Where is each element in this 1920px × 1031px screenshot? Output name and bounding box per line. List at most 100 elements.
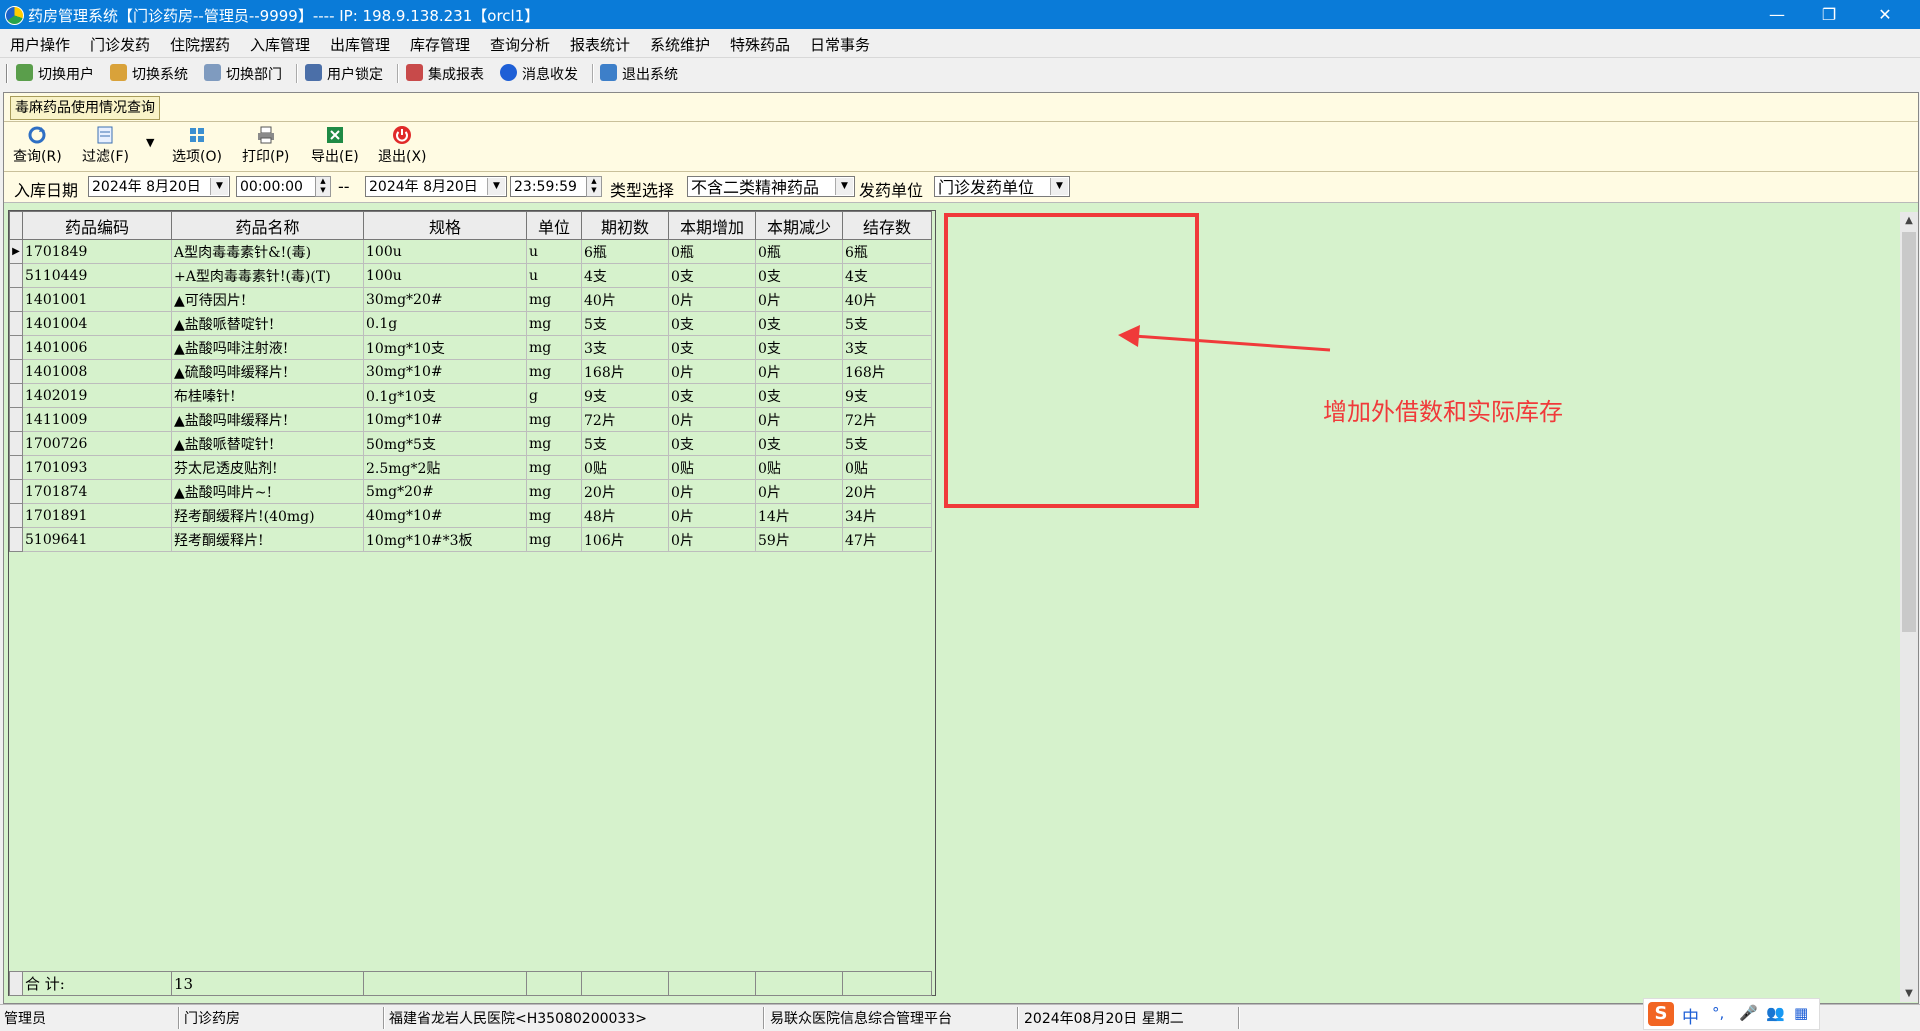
table-cell[interactable]: 0贴	[581, 455, 669, 480]
table-row[interactable]: 1411009 ▲盐酸吗啡缓释片! 10mg*10# mg 72片 0片 0片 72片	[9, 407, 932, 432]
column-header[interactable]: 期初数	[581, 211, 669, 240]
table-cell[interactable]: 0片	[668, 527, 756, 552]
table-cell[interactable]: 1701093	[22, 455, 172, 480]
skin-icon[interactable]: 👥	[1766, 1004, 1785, 1022]
microphone-icon[interactable]: 🎤	[1739, 1004, 1758, 1022]
table-cell[interactable]: 1401008	[22, 359, 172, 384]
filter-dropdown-icon[interactable]: ▼	[146, 136, 154, 149]
menu-stock-in[interactable]: 入库管理	[250, 34, 310, 55]
start-time-field[interactable]: 00:00:00	[236, 176, 320, 197]
table-cell[interactable]: 5支	[581, 431, 669, 456]
menu-outpatient-dispensing[interactable]: 门诊发药	[90, 34, 150, 55]
type-select[interactable]: 不含二类精神药品 ▼	[687, 176, 855, 197]
table-cell[interactable]: mg	[526, 503, 582, 528]
scrollbar-thumb[interactable]	[1902, 232, 1916, 632]
table-cell[interactable]: 14片	[755, 503, 843, 528]
row-indicator[interactable]	[9, 431, 23, 456]
table-cell[interactable]: 9支	[842, 383, 932, 408]
table-row[interactable]: 1401004 ▲盐酸哌替啶针! 0.1g mg 5支 0支 0支 5支	[9, 311, 932, 336]
table-cell[interactable]: 0贴	[755, 455, 843, 480]
table-cell[interactable]: 3支	[581, 335, 669, 360]
table-row[interactable]: 1701874 ▲盐酸吗啡片~! 5mg*20# mg 20片 0片 0片 20片	[9, 479, 932, 504]
table-cell[interactable]: 40mg*10#	[363, 503, 527, 528]
table-cell[interactable]: mg	[526, 407, 582, 432]
table-cell[interactable]: mg	[526, 359, 582, 384]
table-row[interactable]: ▶ 1701849 A型肉毒毒素针&!(毒) 100u u 6瓶 0瓶 0瓶 6瓶	[9, 239, 932, 264]
filter-button[interactable]: 过滤(F)	[82, 125, 129, 166]
table-cell[interactable]: 1401006	[22, 335, 172, 360]
punctuation-icon[interactable]: °,	[1712, 1004, 1724, 1022]
table-row[interactable]: 1401001 ▲可待因片! 30mg*20# mg 40片 0片 0片 40片	[9, 287, 932, 312]
switch-system-button[interactable]: 切换系统	[132, 64, 188, 84]
table-cell[interactable]: 0片	[755, 479, 843, 504]
sogou-logo-icon[interactable]: S	[1648, 1002, 1674, 1026]
table-cell[interactable]: 0片	[755, 359, 843, 384]
table-cell[interactable]: 50mg*5支	[363, 431, 527, 456]
scroll-up-icon[interactable]: ▲	[1900, 212, 1918, 229]
table-cell[interactable]: 0支	[755, 335, 843, 360]
table-cell[interactable]: 4支	[842, 263, 932, 288]
row-indicator[interactable]	[9, 335, 23, 360]
table-cell[interactable]: +A型肉毒毒素针!(毒)(T)	[171, 263, 364, 288]
table-cell[interactable]: 4支	[581, 263, 669, 288]
dispensing-unit-select[interactable]: 门诊发药单位 ▼	[934, 176, 1070, 197]
column-header[interactable]: 规格	[363, 211, 527, 240]
column-header[interactable]: 药品名称	[171, 211, 364, 240]
row-indicator[interactable]	[9, 383, 23, 408]
table-cell[interactable]: ▲盐酸吗啡注射液!	[171, 335, 364, 360]
table-cell[interactable]: mg	[526, 311, 582, 336]
menu-reports[interactable]: 报表统计	[570, 34, 630, 55]
menu-user-operations[interactable]: 用户操作	[10, 34, 70, 55]
table-row[interactable]: 5109641 羟考酮缓释片! 10mg*10#*3板 mg 106片 0片 59片 47片	[9, 527, 932, 552]
column-header[interactable]: 本期减少	[755, 211, 843, 240]
table-cell[interactable]: 30mg*10#	[363, 359, 527, 384]
table-cell[interactable]: 1700726	[22, 431, 172, 456]
end-time-spinner[interactable]: ▲ ▼	[586, 176, 602, 197]
current-row-indicator-icon[interactable]: ▶	[9, 239, 23, 264]
table-cell[interactable]: 2.5mg*2贴	[363, 455, 527, 480]
table-cell[interactable]: u	[526, 263, 582, 288]
row-indicator[interactable]	[9, 479, 23, 504]
table-cell[interactable]: 布桂嗪针!	[171, 383, 364, 408]
row-indicator[interactable]	[9, 311, 23, 336]
menu-query-analysis[interactable]: 查询分析	[490, 34, 550, 55]
chevron-down-icon[interactable]: ▼	[210, 178, 228, 195]
table-cell[interactable]: 10mg*10#	[363, 407, 527, 432]
table-cell[interactable]: 0支	[755, 383, 843, 408]
table-cell[interactable]: ▲盐酸吗啡缓释片!	[171, 407, 364, 432]
chevron-down-icon[interactable]: ▼	[1050, 178, 1068, 195]
exit-system-button[interactable]: 退出系统	[622, 64, 678, 84]
table-cell[interactable]: 40片	[842, 287, 932, 312]
table-row[interactable]: 1701891 羟考酮缓释片!(40mg) 40mg*10# mg 48片 0片 14片 34…	[9, 503, 932, 528]
switch-department-button[interactable]: 切换部门	[226, 64, 282, 84]
table-cell[interactable]: 5支	[581, 311, 669, 336]
table-cell[interactable]: 34片	[842, 503, 932, 528]
query-button[interactable]: 查询(R)	[13, 125, 62, 166]
table-cell[interactable]: 0片	[668, 479, 756, 504]
table-cell[interactable]: 1701891	[22, 503, 172, 528]
tab-narcotic-drug-query[interactable]: 毒麻药品使用情况查询	[10, 96, 160, 120]
chevron-down-icon[interactable]: ▼	[835, 178, 853, 195]
table-cell[interactable]: mg	[526, 335, 582, 360]
table-cell[interactable]: 40片	[581, 287, 669, 312]
table-cell[interactable]: 羟考酮缓释片!(40mg)	[171, 503, 364, 528]
table-cell[interactable]: ▲盐酸吗啡片~!	[171, 479, 364, 504]
column-header[interactable]: 单位	[526, 211, 582, 240]
table-cell[interactable]: 1401001	[22, 287, 172, 312]
table-cell[interactable]: u	[526, 239, 582, 264]
column-header[interactable]: 本期增加	[668, 211, 756, 240]
table-cell[interactable]: ▲盐酸哌替啶针!	[171, 431, 364, 456]
table-cell[interactable]: 0瓶	[755, 239, 843, 264]
menu-system-maintenance[interactable]: 系统维护	[650, 34, 710, 55]
table-cell[interactable]: 0贴	[842, 455, 932, 480]
table-cell[interactable]: 30mg*20#	[363, 287, 527, 312]
table-cell[interactable]: 47片	[842, 527, 932, 552]
row-indicator[interactable]	[9, 287, 23, 312]
table-cell[interactable]: 5支	[842, 311, 932, 336]
table-cell[interactable]: 0片	[668, 287, 756, 312]
table-cell[interactable]: 5支	[842, 431, 932, 456]
table-cell[interactable]: 0支	[668, 311, 756, 336]
table-cell[interactable]: 3支	[842, 335, 932, 360]
start-date-picker[interactable]: 2024年 8月20日 ▼	[88, 176, 230, 197]
end-time-field[interactable]: 23:59:59	[510, 176, 590, 197]
